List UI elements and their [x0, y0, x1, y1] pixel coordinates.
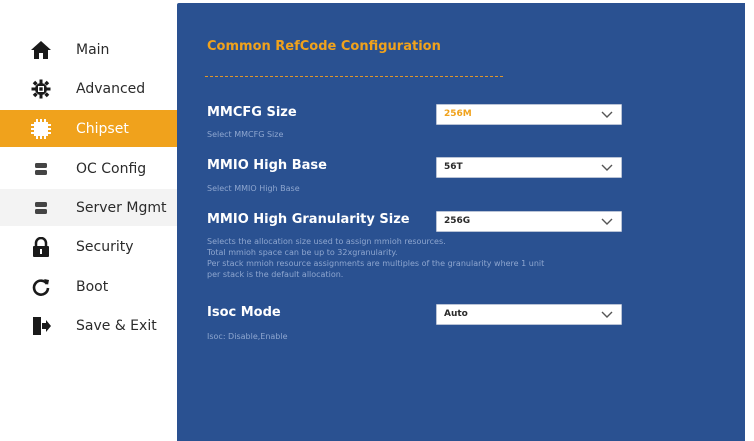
exit-icon	[30, 315, 52, 337]
sidebar-item-server-mgmt[interactable]: Server Mgmt	[0, 189, 177, 226]
sidebar-item-main[interactable]: Main	[0, 31, 177, 68]
chevron-down-icon	[601, 164, 613, 171]
refresh-icon	[30, 276, 52, 298]
page-title: Common RefCode Configuration	[207, 39, 441, 54]
sidebar-item-save-exit[interactable]: Save & Exit	[0, 307, 177, 344]
mmio-high-granularity-select[interactable]: 256G	[436, 211, 622, 232]
sidebar-item-label: Boot	[76, 278, 109, 295]
title-divider	[205, 76, 503, 77]
sidebar-item-advanced[interactable]: Advanced	[0, 70, 177, 107]
sidebar-item-label: Chipset	[76, 120, 129, 137]
setting-help-mmio-high-base: Select MMIO High Base	[207, 184, 300, 193]
lock-icon	[30, 236, 52, 258]
sidebar-item-boot[interactable]: Boot	[0, 268, 177, 305]
setting-label-mmio-high-granularity: MMIO High Granularity Size	[207, 212, 410, 227]
gear-icon	[30, 78, 52, 100]
sidebar-item-label: OC Config	[76, 160, 147, 177]
chevron-down-icon	[601, 311, 613, 318]
home-icon	[30, 39, 52, 61]
sidebar-item-chipset[interactable]: Chipset	[0, 110, 177, 147]
setting-help-isoc-mode: Isoc: Disable,Enable	[207, 332, 288, 341]
setting-help-mmcfg-size: Select MMCFG Size	[207, 130, 284, 139]
isoc-mode-select[interactable]: Auto	[436, 304, 622, 325]
sidebar-item-label: Server Mgmt	[76, 199, 167, 216]
sidebar: Main Advanced Chipset OC Config Server M…	[0, 0, 177, 441]
sidebar-item-security[interactable]: Security	[0, 228, 177, 265]
setting-label-mmio-high-base: MMIO High Base	[207, 158, 327, 173]
select-value: 56T	[444, 162, 463, 172]
select-value: Auto	[444, 309, 468, 319]
mmio-high-base-select[interactable]: 56T	[436, 157, 622, 178]
chevron-down-icon	[601, 111, 613, 118]
setting-label-isoc-mode: Isoc Mode	[207, 305, 281, 320]
main-panel: Common RefCode Configuration MMCFG Size …	[177, 3, 745, 441]
sidebar-item-label: Main	[76, 41, 110, 58]
select-value: 256M	[444, 109, 472, 119]
chip-icon	[30, 118, 52, 140]
sidebar-item-label: Security	[76, 238, 134, 255]
server-icon	[30, 158, 52, 180]
chevron-down-icon	[601, 218, 613, 225]
sidebar-item-oc-config[interactable]: OC Config	[0, 150, 177, 187]
mmcfg-size-select[interactable]: 256M	[436, 104, 622, 125]
setting-label-mmcfg-size: MMCFG Size	[207, 105, 297, 120]
select-value: 256G	[444, 216, 471, 226]
server-icon	[30, 197, 52, 219]
sidebar-item-label: Advanced	[76, 80, 146, 97]
sidebar-item-label: Save & Exit	[76, 317, 157, 334]
setting-help-mmio-high-granularity: Selects the allocation size used to assi…	[207, 237, 545, 279]
